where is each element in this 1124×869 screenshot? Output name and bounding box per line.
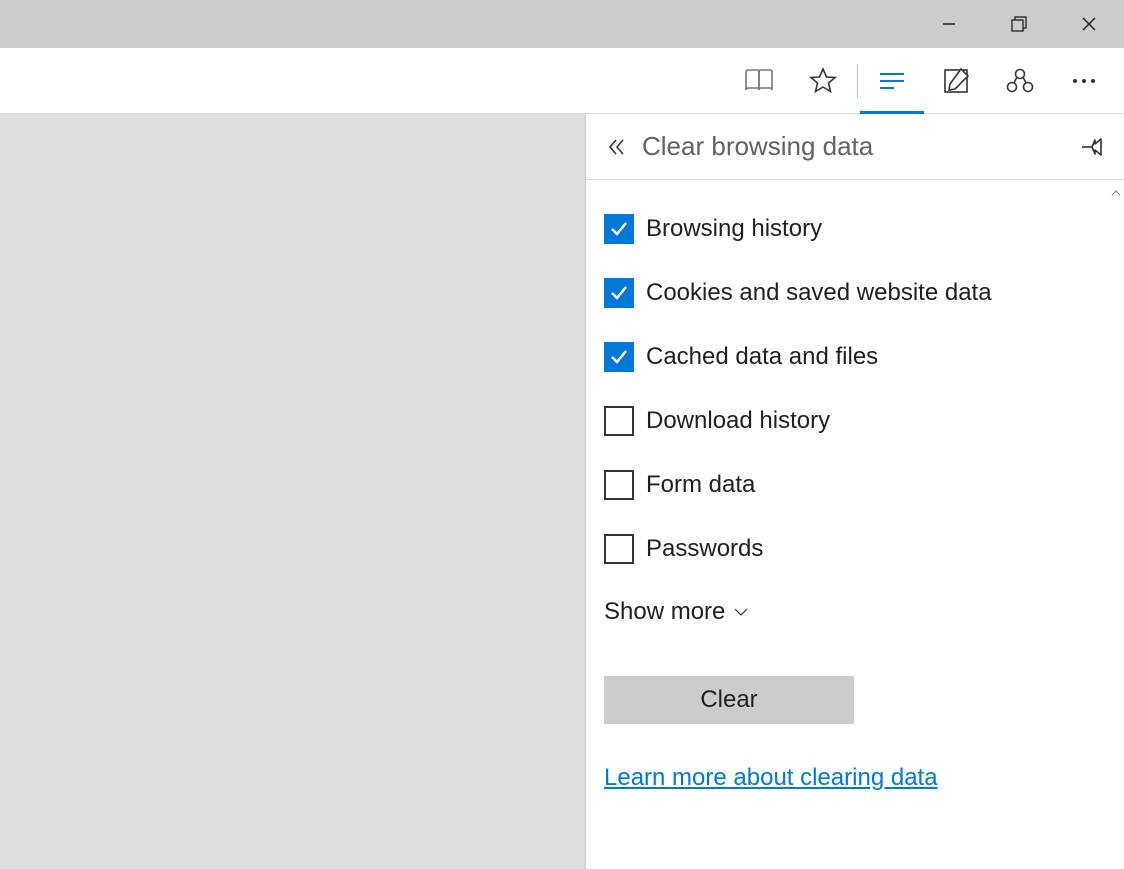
minimize-button[interactable] (914, 0, 984, 48)
checkbox-label: Cookies and saved website data (646, 279, 992, 307)
browser-toolbar (0, 48, 1124, 114)
checkbox-row[interactable]: Cached data and files (604, 342, 1106, 372)
minimize-icon (942, 17, 956, 31)
hub-button[interactable] (860, 48, 924, 114)
scroll-up-button[interactable] (1111, 185, 1121, 195)
chevron-up-icon (1111, 188, 1121, 198)
checkbox[interactable] (604, 278, 634, 308)
web-note-button[interactable] (924, 48, 988, 114)
show-more-link[interactable]: Show more (604, 598, 1106, 626)
more-icon (1072, 78, 1096, 84)
checkbox[interactable] (604, 534, 634, 564)
learn-more-link[interactable]: Learn more about clearing data (604, 764, 938, 792)
checkbox-label: Download history (646, 407, 830, 435)
checkbox-row[interactable]: Browsing history (604, 214, 1106, 244)
checkbox-label: Form data (646, 471, 755, 499)
panel-header: Clear browsing data (586, 114, 1124, 180)
check-icon (609, 219, 629, 239)
show-more-label: Show more (604, 598, 725, 626)
checkbox-label: Browsing history (646, 215, 822, 243)
check-icon (609, 347, 629, 367)
close-button[interactable] (1054, 0, 1124, 48)
share-button[interactable] (988, 48, 1052, 114)
hub-icon (879, 71, 905, 91)
check-icon (609, 283, 629, 303)
checkbox[interactable] (604, 214, 634, 244)
book-icon (744, 68, 774, 94)
checkbox-row[interactable]: Passwords (604, 534, 1106, 564)
pin-icon (1081, 138, 1105, 156)
share-icon (1006, 67, 1034, 95)
window-titlebar (0, 0, 1124, 48)
panel-body: Browsing history Cookies and saved websit… (586, 180, 1124, 869)
note-icon (943, 68, 969, 94)
checkbox-label: Cached data and files (646, 343, 878, 371)
checkbox[interactable] (604, 342, 634, 372)
checkbox-row[interactable]: Download history (604, 406, 1106, 436)
toolbar-divider (857, 64, 858, 98)
back-button[interactable] (602, 132, 632, 162)
checkbox-row[interactable]: Form data (604, 470, 1106, 500)
more-button[interactable] (1052, 48, 1116, 114)
maximize-icon (1011, 16, 1027, 32)
checkbox[interactable] (604, 406, 634, 436)
close-icon (1082, 17, 1096, 31)
favorites-button[interactable] (791, 48, 855, 114)
clear-button[interactable]: Clear (604, 676, 854, 724)
settings-panel: Clear browsing data Browsing history Cook… (585, 114, 1124, 869)
pin-button[interactable] (1078, 132, 1108, 162)
chevron-left-icon (608, 138, 626, 156)
reading-view-button[interactable] (727, 48, 791, 114)
panel-title: Clear browsing data (642, 131, 1078, 162)
checkbox-row[interactable]: Cookies and saved website data (604, 278, 1106, 308)
maximize-button[interactable] (984, 0, 1054, 48)
checkbox[interactable] (604, 470, 634, 500)
content-area: Clear browsing data Browsing history Cook… (0, 114, 1124, 869)
star-icon (809, 67, 837, 95)
chevron-down-icon (733, 606, 749, 618)
checkbox-label: Passwords (646, 535, 763, 563)
